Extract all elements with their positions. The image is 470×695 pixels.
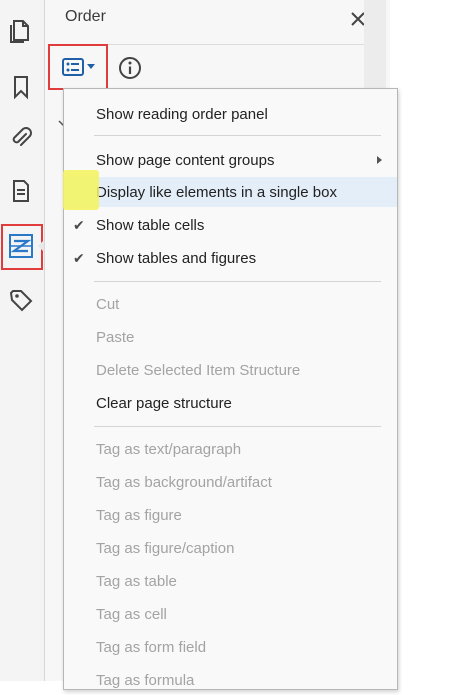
- menu-item-tag-background-artifact: Tag as background/artifact: [96, 473, 272, 491]
- yellow-highlight-marker: [63, 170, 99, 210]
- menu-item-delete-selected-item-structure: Delete Selected Item Structure: [96, 361, 301, 379]
- tags-icon[interactable]: [6, 286, 36, 316]
- menu-item-show-reading-order-panel[interactable]: Show reading order panel: [64, 99, 397, 129]
- menu-item-display-like-elements[interactable]: Display like elements in a single box: [64, 177, 397, 207]
- left-tool-rail: [0, 0, 45, 681]
- checkmark-icon: ✔: [73, 216, 85, 233]
- rail-pointer: [38, 240, 44, 252]
- menu-item-tag-cell: Tag as cell: [96, 605, 167, 623]
- menu-item-clear-page-structure[interactable]: Clear page structure: [64, 388, 397, 418]
- menu-item-show-tables-and-figures[interactable]: ✔ Show tables and figures: [64, 243, 397, 273]
- chevron-down-icon: [86, 64, 95, 69]
- checkmark-icon: ✔: [73, 249, 85, 266]
- list-options-icon: [61, 58, 84, 76]
- document-properties-icon[interactable]: [6, 176, 36, 206]
- attachment-icon[interactable]: [6, 123, 36, 153]
- menu-item-tag-table: Tag as table: [96, 572, 177, 590]
- menu-item-tag-figure-caption: Tag as figure/caption: [96, 539, 235, 557]
- menu-item-tag-formula: Tag as formula: [96, 671, 195, 689]
- menu-item-tag-figure: Tag as figure: [96, 506, 182, 524]
- menu-separator: [94, 281, 381, 282]
- options-context-menu: Show reading order panel Show page conte…: [63, 88, 398, 690]
- bookmark-icon[interactable]: [6, 72, 36, 102]
- menu-item-tag-form-field: Tag as form field: [96, 638, 207, 656]
- menu-item-paste: Paste: [96, 328, 135, 346]
- info-icon[interactable]: [118, 56, 142, 80]
- menu-item-show-page-content-groups[interactable]: Show page content groups: [64, 145, 397, 175]
- panel-title: Order: [65, 8, 106, 25]
- menu-separator: [94, 426, 381, 427]
- reading-order-icon[interactable]: [6, 231, 36, 261]
- options-menu-button[interactable]: [48, 44, 108, 90]
- pages-icon[interactable]: [6, 16, 36, 46]
- menu-item-show-table-cells[interactable]: ✔ Show table cells: [64, 210, 397, 240]
- menu-separator: [94, 135, 381, 136]
- submenu-arrow-icon: [377, 156, 382, 164]
- menu-item-tag-text-paragraph: Tag as text/paragraph: [96, 440, 242, 458]
- document-area: [390, 0, 470, 681]
- menu-item-cut: Cut: [96, 295, 120, 313]
